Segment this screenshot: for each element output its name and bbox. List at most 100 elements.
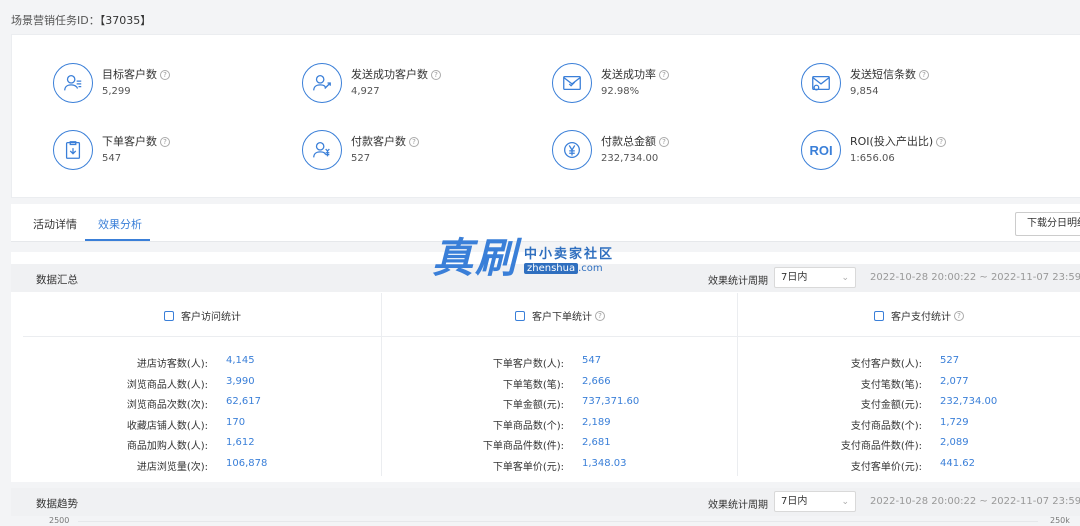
period-select-value: 7日内 (781, 272, 808, 283)
metric-label: 付款总金额 (601, 135, 656, 148)
yen-icon (552, 130, 592, 170)
stat-value: 4,145 (226, 355, 255, 366)
metric-label: 发送成功客户数 (351, 68, 428, 81)
metric-sent-customers: 发送成功客户数? 4,927 (302, 63, 441, 103)
metric-order-customers: 下单客户数? 547 (53, 130, 170, 170)
stat-label: 下单客单价(元): (492, 462, 564, 473)
trend-title: 数据趋势 (36, 498, 78, 510)
date-range: 2022-10-28 20:00:22 ~ 2022-11-07 23:59:5… (870, 272, 1080, 283)
stat-value: 106,878 (226, 458, 268, 469)
watermark-logo: 真刷 中小卖家社区 zhenshua .com (432, 237, 614, 279)
help-icon[interactable]: ? (409, 137, 419, 147)
metric-paying-customers: 付款客户数? 527 (302, 130, 419, 170)
stat-label: 下单笔数(笔): (502, 379, 564, 391)
metric-target-customers: 目标客户数? 5,299 (53, 63, 170, 103)
column-divider (737, 293, 738, 476)
stat-value: 232,734.00 (940, 396, 998, 408)
chevron-down-icon: ⌄ (841, 273, 849, 283)
help-icon[interactable]: ? (659, 70, 669, 80)
stat-label: 支付商品件数(件): (840, 441, 922, 453)
column-header-label: 客户访问统计 (181, 312, 241, 323)
metric-label: 下单客户数 (102, 135, 157, 148)
stat-row: 支付商品件数(件): 2,089 (0, 437, 969, 452)
stat-label: 浏览商品人数(人): (126, 379, 208, 391)
help-icon[interactable]: ? (936, 137, 947, 147)
stat-value: 1,612 (226, 437, 255, 449)
active-tab-indicator (85, 239, 150, 241)
help-icon[interactable]: ? (659, 137, 669, 147)
stat-row: 支付商品数(个): 1,729 (0, 417, 969, 432)
help-icon[interactable]: ? (595, 310, 605, 321)
metric-label: 目标客户数 (102, 68, 157, 81)
metric-label: 发送成功率 (601, 68, 656, 81)
trend-axis-left-tick: 2500 (49, 516, 70, 525)
metric-sms-count: 发送短信条数? 9,854 (801, 63, 929, 103)
column-header-payments: 客户支付统计 ? (874, 308, 964, 323)
watermark-cn-text: 中小卖家社区 (524, 247, 615, 262)
stat-value: 1,348.03 (582, 458, 627, 469)
trend-gridline (78, 521, 1038, 522)
stat-value: 2,189 (582, 416, 611, 428)
stat-label: 支付金额(元): (860, 400, 922, 412)
download-daily-details-button[interactable]: 下载分日明细 (1015, 212, 1080, 236)
tab-effect-analysis[interactable]: 效果分析 (98, 216, 142, 232)
mail-success-icon (552, 63, 592, 103)
stat-value: 2,666 (582, 375, 611, 387)
stat-label: 收藏店铺人数(人): (126, 420, 208, 432)
tab-activity-details[interactable]: 活动详情 (33, 216, 77, 232)
monitor-icon (164, 310, 174, 321)
period-select[interactable]: 7日内 ⌄ (774, 491, 856, 512)
metric-value: 232,734.00 (601, 153, 659, 164)
metric-label: 发送短信条数 (850, 68, 916, 81)
roi-icon-text: ROI (809, 142, 833, 158)
target-customers-icon (53, 63, 93, 103)
metric-label: ROI(投入产出比) (850, 135, 934, 148)
stat-row: 支付金额(元): 232,734.00 (0, 396, 997, 411)
stat-value: 1,729 (940, 416, 969, 428)
metric-label: 付款客户数 (351, 135, 406, 148)
chevron-down-icon: ⌄ (841, 497, 849, 507)
column-header-label: 客户支付统计 (891, 312, 951, 323)
stat-label: 支付客户数(人): (850, 359, 922, 370)
date-range: 2022-10-28 20:00:22 ~ 2022-11-07 23:59:5… (870, 496, 1080, 507)
stat-label: 下单客户数(人): (492, 359, 564, 370)
task-id-label: 场景营销任务ID：【37035】 (11, 12, 151, 28)
stat-value: 170 (226, 416, 246, 428)
stat-value: 527 (940, 355, 960, 366)
metric-value: 5,299 (102, 86, 131, 97)
column-divider (381, 293, 382, 476)
stat-value: 2,089 (940, 437, 969, 449)
help-icon[interactable]: ? (954, 310, 964, 321)
roi-icon: ROI (801, 130, 841, 170)
sent-customers-icon (302, 63, 342, 103)
stat-row: 支付客户数(人): 527 (0, 355, 959, 370)
watermark-pill: zhenshua (524, 263, 579, 274)
stat-label: 浏览商品次数(次): (126, 400, 208, 412)
stat-value: 62,617 (226, 396, 261, 408)
metric-total-payment: 付款总金额? 232,734.00 (552, 130, 669, 170)
column-header-label: 客户下单统计 (532, 312, 592, 323)
wallet-icon (874, 310, 884, 321)
task-id-value: 【37035】 (99, 14, 152, 27)
trend-axis-right-tick: 250k (1050, 516, 1070, 525)
help-icon[interactable]: ? (431, 70, 441, 80)
help-icon[interactable]: ? (160, 70, 170, 80)
help-icon[interactable]: ? (160, 137, 170, 147)
stat-value: 737,371.60 (582, 396, 640, 408)
period-label: 效果统计周期 (708, 500, 768, 511)
stat-label: 支付客单价(元): (850, 462, 922, 473)
period-select[interactable]: 7日内 ⌄ (774, 267, 856, 288)
help-icon[interactable]: ? (919, 70, 929, 80)
metric-send-success-rate: 发送成功率? 92.98% (552, 63, 669, 103)
stat-label: 支付笔数(笔): (860, 379, 922, 391)
order-clipboard-icon (53, 130, 93, 170)
trend-header: 数据趋势 效果统计周期 7日内 ⌄ 2022-10-28 20:00:22 ~ … (11, 488, 1080, 516)
stat-label: 进店浏览量(次): (136, 462, 208, 473)
stat-value: 3,990 (226, 375, 255, 387)
summary-column-headers: 客户访问统计 客户下单统计 ? 客户支付统计 ? (23, 293, 1080, 337)
column-header-visits: 客户访问统计 (164, 308, 241, 323)
stat-label: 下单商品件数(件): (482, 441, 564, 453)
metric-value: 1:656.06 (850, 153, 895, 164)
metric-value: 92.98% (601, 86, 640, 97)
stat-label: 下单金额(元): (502, 400, 564, 412)
